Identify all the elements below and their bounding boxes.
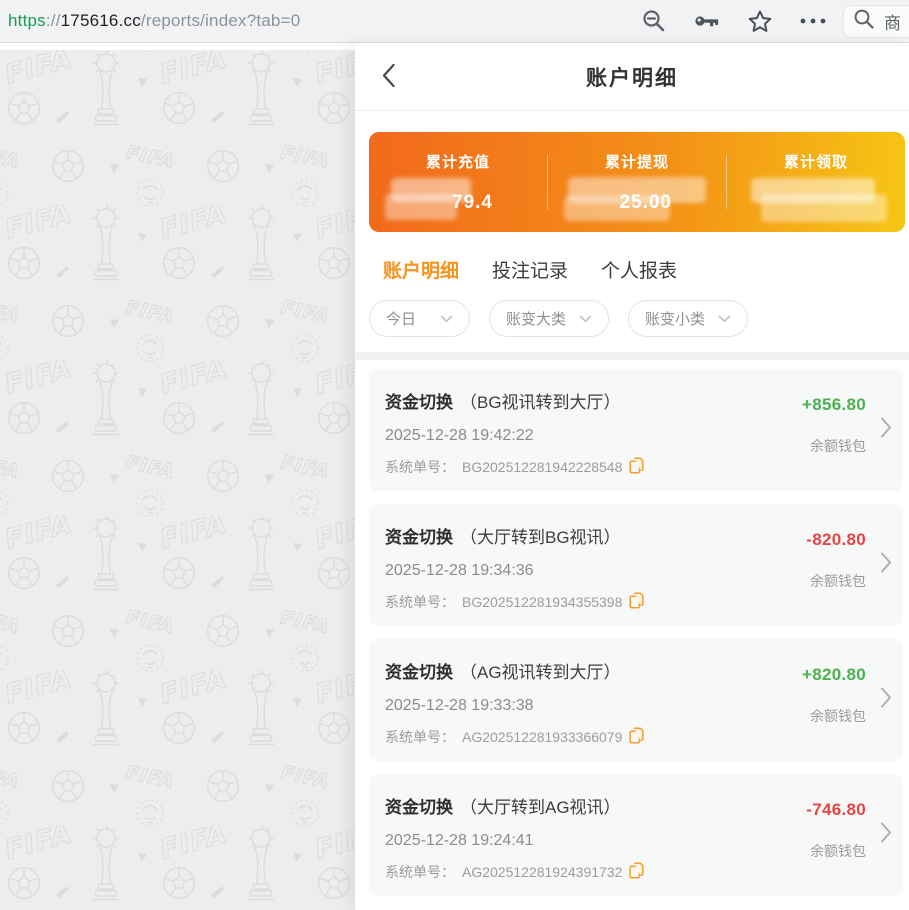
summary-total-withdraw: 累计提现 25.00 [548, 151, 726, 221]
side-search-box[interactable]: 商 [843, 4, 909, 38]
search-icon [853, 8, 875, 35]
order-label: 系统单号： [385, 729, 455, 745]
section-divider [355, 352, 909, 360]
chevron-right-icon [880, 417, 892, 444]
record-order-row: 系统单号： BG202512281934355398 [385, 592, 889, 612]
record-card[interactable]: 资金切换 （大厅转到BG视讯） 2025-12-28 19:34:36 系统单号：… [369, 504, 903, 626]
record-wallet: 余额钱包 [810, 573, 866, 589]
chevron-left-icon [381, 62, 396, 91]
back-button[interactable] [381, 62, 396, 91]
zoom-out-icon[interactable] [641, 8, 667, 34]
record-order-row: 系统单号： AG202512281924391732 [385, 862, 889, 882]
summary-label: 累计充值 [425, 153, 490, 171]
copy-icon[interactable] [629, 592, 644, 612]
url-separator: :// [45, 11, 61, 30]
record-amount: +820.80 [801, 665, 866, 684]
key-icon[interactable] [693, 10, 721, 32]
filter-date-dropdown[interactable]: 今日 [369, 300, 470, 337]
fifa-pattern-svg: FIFA FIFA [0, 50, 355, 910]
chevron-down-icon [440, 310, 453, 327]
page: FIFA FIFA [0, 43, 909, 910]
browser-toolbar-icons [641, 8, 827, 34]
background-pattern: FIFA FIFA [0, 50, 355, 910]
side-search-text: 商 [884, 13, 901, 33]
summary-total-deposit: 累计充值 79.4 [369, 151, 547, 220]
summary-label: 累计提现 [604, 153, 669, 171]
url-host: 175616.cc [60, 11, 141, 30]
star-icon[interactable] [747, 9, 773, 34]
copy-icon[interactable] [629, 727, 644, 747]
filter-bar: 今日 账变大类 账变小类 [355, 283, 909, 352]
summary-value-masked: 25.00 [564, 176, 706, 221]
more-icon[interactable] [799, 17, 827, 25]
record-card[interactable]: 资金切换 （BG视讯转到大厅） 2025-12-28 19:42:22 系统单号：… [369, 369, 903, 491]
summary-label: 累计领取 [783, 153, 848, 171]
chevron-down-icon [718, 310, 731, 327]
app-content: 账户明细 累计充值 79.4 累计提现 25.00 累计领取 账户明细 投注记录… [355, 43, 909, 910]
record-card[interactable]: 资金切换 （大厅转到AG视讯） 2025-12-28 19:24:41 系统单号：… [369, 774, 903, 896]
chevron-right-icon [880, 822, 892, 849]
record-wallet: 余额钱包 [810, 843, 866, 859]
record-amount: -746.80 [806, 800, 866, 819]
url-text[interactable]: https://175616.cc/reports/index?tab=0 [8, 11, 633, 31]
chevron-right-icon [880, 687, 892, 714]
tabs: 账户明细 投注记录 个人报表 [355, 232, 909, 283]
url-path: /reports/index?tab=0 [140, 11, 301, 30]
chevron-right-icon [880, 552, 892, 579]
record-amount-block: -746.80 余额钱包 [806, 800, 866, 861]
order-number: BG202512281934355398 [462, 594, 623, 610]
browser-address-bar: https://175616.cc/reports/index?tab=0 商 [0, 0, 909, 43]
order-number: AG202512281933366079 [462, 729, 623, 745]
order-number: AG202512281924391732 [462, 864, 623, 880]
filter-major-category-dropdown[interactable]: 账变大类 [489, 300, 610, 337]
summary-total-claimed: 累计领取 [727, 151, 905, 222]
filter-minor-category-dropdown[interactable]: 账变小类 [628, 300, 749, 337]
copy-icon[interactable] [629, 457, 644, 477]
order-label: 系统单号： [385, 459, 455, 475]
tab-account-detail[interactable]: 账户明细 [383, 256, 459, 283]
url-scheme: https [8, 11, 46, 30]
tab-bet-records[interactable]: 投注记录 [492, 256, 568, 283]
record-order-row: 系统单号： AG202512281933366079 [385, 727, 889, 747]
page-title: 账户明细 [586, 66, 678, 90]
chevron-down-icon [579, 310, 592, 327]
copy-icon[interactable] [629, 862, 644, 882]
record-amount: -820.80 [806, 530, 866, 549]
record-wallet: 余额钱包 [810, 708, 866, 724]
summary-card: 累计充值 79.4 累计提现 25.00 累计领取 [369, 132, 905, 232]
record-amount-block: +820.80 余额钱包 [802, 665, 866, 726]
app-header: 账户明细 [355, 43, 909, 111]
order-label: 系统单号： [385, 594, 455, 610]
record-wallet: 余额钱包 [810, 438, 866, 454]
tab-personal-report[interactable]: 个人报表 [601, 256, 677, 283]
record-card[interactable]: 资金切换 （AG视讯转到大厅） 2025-12-28 19:33:38 系统单号：… [369, 639, 903, 761]
record-amount-block: -820.80 余额钱包 [806, 530, 866, 591]
summary-value-masked: 79.4 [385, 177, 527, 220]
record-amount-block: +856.80 余额钱包 [802, 395, 866, 456]
summary-value-masked [747, 177, 887, 222]
record-list: 资金切换 （BG视讯转到大厅） 2025-12-28 19:42:22 系统单号：… [355, 360, 909, 896]
order-number: BG202512281942228548 [462, 459, 623, 475]
record-amount: +856.80 [801, 395, 866, 414]
order-label: 系统单号： [385, 864, 455, 880]
record-order-row: 系统单号： BG202512281942228548 [385, 457, 889, 477]
